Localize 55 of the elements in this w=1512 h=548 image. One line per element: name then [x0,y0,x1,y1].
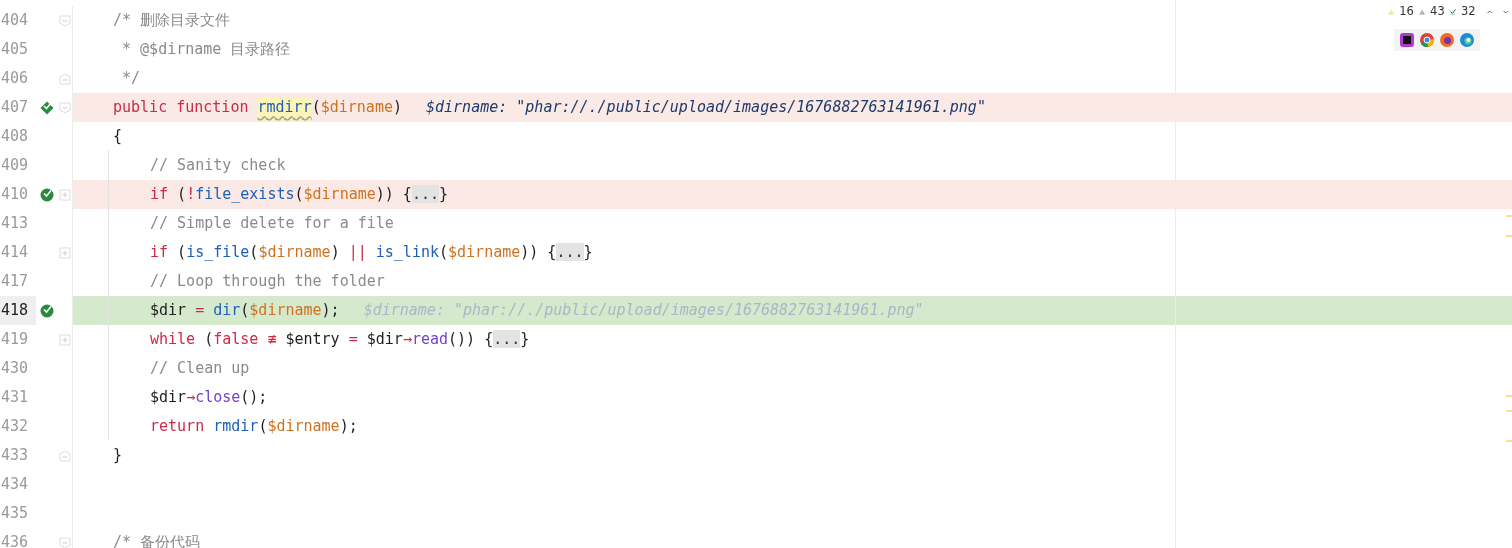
fold-icon[interactable] [59,188,71,201]
breakpoint-icon[interactable] [40,303,54,318]
code-line: return rmdir($dirname); [150,416,358,438]
browser-icon[interactable] [1439,32,1455,49]
line-number: 432 [0,416,30,438]
chevron-up-icon[interactable] [1486,7,1492,16]
line-number: 408 [0,126,30,148]
fold-icon[interactable] [59,449,71,462]
fold-icon[interactable] [59,536,71,548]
breakpoint-icon[interactable] [40,187,54,202]
code-line: // Sanity check [150,155,286,177]
browser-icon[interactable] [1459,32,1475,49]
line-number: 404 [0,10,30,32]
fold-icon[interactable] [59,246,71,259]
code-line: } [113,445,123,467]
line-number: 409 [0,155,30,177]
line-number: 417 [0,271,30,293]
line-number: 435 [0,503,30,525]
line-number: 430 [0,358,30,380]
code-line: if (is_file($dirname) || is_link($dirname)) {...} [150,242,593,264]
line-number: 413 [0,213,30,235]
code-line: // Simple delete for a file [150,213,394,235]
line-number: 414 [0,242,30,264]
breakpoint-icon[interactable] [40,100,54,115]
code-line: $dir→close(); [150,387,268,409]
line-number: 407 [0,97,30,119]
problem-count: 16 [1399,3,1414,20]
line-number: 419 [0,329,30,351]
problem-count: 43 [1430,3,1445,20]
code-line: $dir = dir($dirname); [150,300,340,322]
code-line: // Clean up [150,358,250,380]
fold-icon[interactable] [59,333,71,346]
code-line: public function rmdirr($dirname) [113,97,402,119]
fold-icon[interactable] [59,101,71,114]
code-line: while (false ≢ $entry = $dir→read()) {...} [150,329,530,351]
code-line: // Loop through the folder [150,271,385,293]
code-line: if (!file_exists($dirname)) {...} [150,184,449,206]
fold-icon[interactable] [59,14,71,27]
fold-icon[interactable] [59,72,71,85]
line-number: 410 [0,184,30,206]
app-icon[interactable] [1399,32,1415,49]
line-number: 434 [0,474,30,496]
browser-icon[interactable] [1419,32,1435,49]
line-number: 431 [0,387,30,409]
code-line: * @$dirname 目录路径 [121,39,291,61]
code-line: */ [121,68,141,90]
line-number: 405 [0,39,30,61]
inline-value-hint: $dirname: "phar://./public/upload/images/1676882763141961.png" [426,97,986,119]
line-number: 418 [0,296,36,325]
code-line: /* 删除目录文件 [113,10,231,32]
line-number: 436 [0,532,30,548]
problem-count: 32 [1461,3,1476,20]
line-number: 406 [0,68,30,90]
code-line: { [113,126,123,148]
line-number: 433 [0,445,30,467]
